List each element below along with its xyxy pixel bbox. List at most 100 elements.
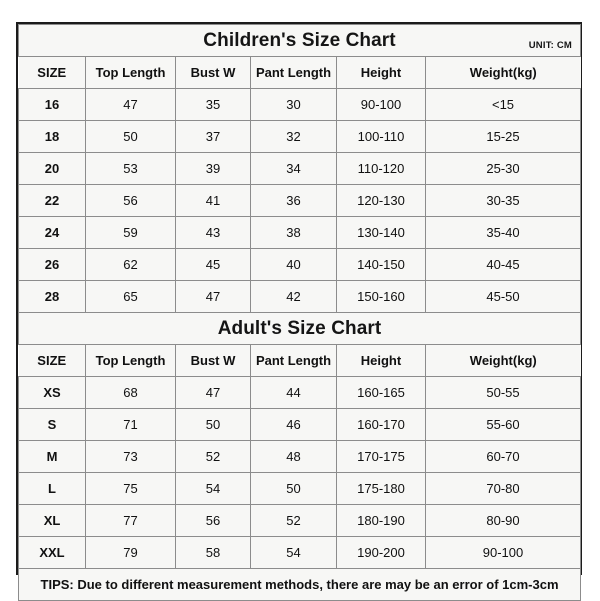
children-header-row: SIZE Top Length Bust W Pant Length Heigh… (18, 56, 581, 89)
table-row: 16 47 35 30 90-100 <15 (18, 88, 582, 121)
adult-title-row: Adult's Size Chart (17, 312, 582, 345)
cell-height: 100-110 (336, 120, 426, 153)
cell-height: 130-140 (336, 216, 426, 249)
cell-weight: 25-30 (424, 152, 582, 185)
cell-top-length: 73 (85, 440, 176, 473)
cell-bust-w: 45 (175, 248, 251, 281)
size-chart-body: Children's Size Chart UNIT: CM SIZE Top … (17, 24, 582, 601)
adult-col-header-top-length: Top Length (85, 344, 176, 377)
cell-weight: 35-40 (424, 216, 582, 249)
cell-size: 24 (18, 216, 86, 249)
unit-label: UNIT: CM (528, 40, 573, 51)
tips-note: TIPS: Due to different measurement metho… (17, 568, 582, 601)
cell-bust-w: 43 (175, 216, 251, 249)
cell-pant-length: 44 (250, 376, 337, 409)
cell-pant-length: 36 (250, 184, 337, 217)
cell-top-length: 65 (85, 280, 176, 313)
table-row: S 71 50 46 160-170 55-60 (18, 408, 582, 441)
cell-height: 150-160 (336, 280, 426, 313)
cell-size: XL (18, 504, 86, 537)
cell-weight: 80-90 (424, 504, 582, 537)
cell-size: XXL (18, 536, 86, 569)
table-row: L 75 54 50 175-180 70-80 (18, 472, 582, 505)
table-row: XS 68 47 44 160-165 50-55 (18, 376, 582, 409)
cell-size: XS (18, 376, 86, 409)
cell-top-length: 71 (85, 408, 176, 441)
cell-top-length: 56 (85, 184, 176, 217)
cell-height: 170-175 (336, 440, 426, 473)
cell-bust-w: 35 (175, 88, 251, 121)
cell-size: S (18, 408, 86, 441)
cell-bust-w: 54 (175, 472, 251, 505)
cell-pant-length: 34 (250, 152, 337, 185)
cell-height: 120-130 (336, 184, 426, 217)
size-chart-sheet: Children's Size Chart UNIT: CM SIZE Top … (16, 22, 582, 601)
cell-pant-length: 42 (250, 280, 337, 313)
cell-height: 180-190 (336, 504, 426, 537)
cell-size: 16 (18, 88, 86, 121)
cell-top-length: 75 (85, 472, 176, 505)
cell-size: 18 (18, 120, 86, 153)
table-row: 20 53 39 34 110-120 25-30 (18, 152, 582, 185)
cell-weight: 30-35 (424, 184, 582, 217)
cell-weight: 50-55 (424, 376, 582, 409)
cell-weight: 15-25 (424, 120, 582, 153)
cell-bust-w: 47 (175, 376, 251, 409)
table-row: 18 50 37 32 100-110 15-25 (18, 120, 582, 153)
cell-pant-length: 32 (250, 120, 337, 153)
cell-size: 20 (18, 152, 86, 185)
cell-pant-length: 48 (250, 440, 337, 473)
children-col-header-bust-w: Bust W (175, 56, 251, 89)
children-col-header-height: Height (336, 56, 426, 89)
cell-bust-w: 37 (175, 120, 251, 153)
cell-height: 160-165 (336, 376, 426, 409)
tips-row: TIPS: Due to different measurement metho… (17, 568, 582, 601)
cell-weight: 55-60 (424, 408, 582, 441)
children-col-header-weight: Weight(kg) (424, 56, 581, 89)
cell-top-length: 62 (85, 248, 176, 281)
cell-size: L (18, 472, 86, 505)
cell-bust-w: 47 (175, 280, 251, 313)
size-chart-table: Children's Size Chart UNIT: CM SIZE Top … (17, 24, 582, 601)
cell-pant-length: 40 (250, 248, 337, 281)
cell-top-length: 47 (85, 88, 176, 121)
table-row: M 73 52 48 170-175 60-70 (18, 440, 582, 473)
cell-height: 160-170 (336, 408, 426, 441)
cell-pant-length: 46 (250, 408, 337, 441)
table-row: XL 77 56 52 180-190 80-90 (18, 504, 582, 537)
cell-bust-w: 50 (175, 408, 251, 441)
adult-chart-title: Adult's Size Chart (217, 317, 382, 339)
cell-size: 28 (18, 280, 86, 313)
table-row: 28 65 47 42 150-160 45-50 (18, 280, 582, 313)
cell-top-length: 53 (85, 152, 176, 185)
cell-bust-w: 39 (175, 152, 251, 185)
table-row: 26 62 45 40 140-150 40-45 (18, 248, 582, 281)
cell-pant-length: 38 (250, 216, 337, 249)
cell-pant-length: 30 (250, 88, 337, 121)
cell-bust-w: 41 (175, 184, 251, 217)
adult-col-header-weight: Weight(kg) (424, 344, 581, 377)
table-row: 22 56 41 36 120-130 30-35 (18, 184, 582, 217)
cell-height: 190-200 (336, 536, 426, 569)
children-col-header-pant-length: Pant Length (250, 56, 337, 89)
cell-weight: 60-70 (424, 440, 582, 473)
cell-bust-w: 58 (175, 536, 251, 569)
cell-top-length: 77 (85, 504, 176, 537)
table-row: 24 59 43 38 130-140 35-40 (18, 216, 582, 249)
cell-size: M (18, 440, 86, 473)
cell-weight: <15 (424, 88, 582, 121)
cell-size: 22 (18, 184, 86, 217)
children-title-row: Children's Size Chart UNIT: CM (17, 24, 582, 57)
cell-top-length: 59 (85, 216, 176, 249)
cell-height: 90-100 (336, 88, 426, 121)
cell-weight: 90-100 (424, 536, 582, 569)
table-row: XXL 79 58 54 190-200 90-100 (18, 536, 582, 569)
children-col-header-size: SIZE (18, 56, 86, 89)
cell-bust-w: 56 (175, 504, 251, 537)
cell-pant-length: 54 (250, 536, 337, 569)
adult-col-header-height: Height (336, 344, 426, 377)
cell-top-length: 79 (85, 536, 176, 569)
cell-height: 110-120 (336, 152, 426, 185)
cell-size: 26 (18, 248, 86, 281)
adult-col-header-pant-length: Pant Length (250, 344, 337, 377)
